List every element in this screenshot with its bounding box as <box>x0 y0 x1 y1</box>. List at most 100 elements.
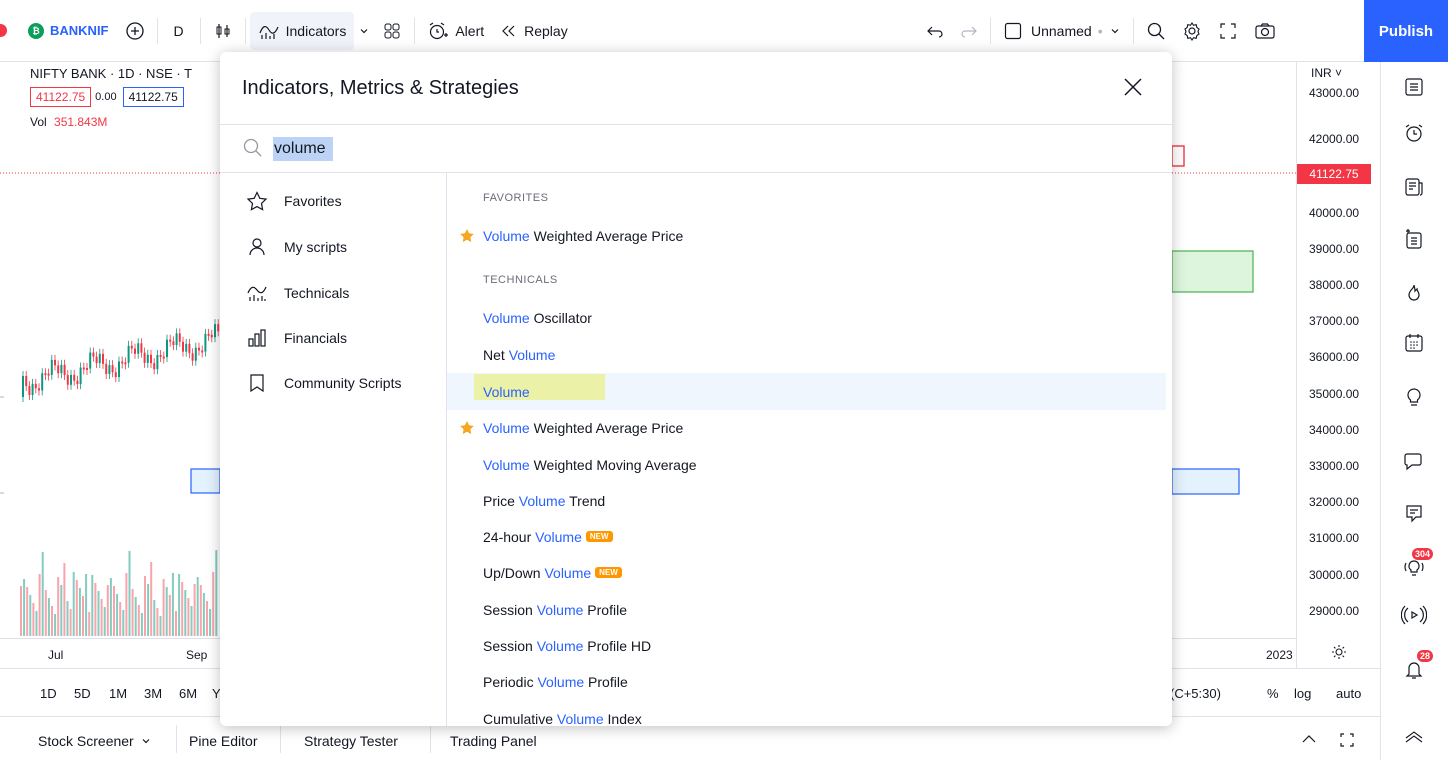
replay-button[interactable]: Replay <box>492 12 576 50</box>
volume-bar <box>91 575 94 636</box>
indicator-result-item[interactable]: Cumulative Volume Index <box>447 700 1166 727</box>
chart-type-button[interactable] <box>205 12 241 50</box>
settings-button[interactable] <box>1174 12 1210 50</box>
indicator-result-item[interactable]: Price Volume Trend <box>447 482 1166 519</box>
indicator-result-item[interactable]: Volume Weighted Average Price <box>447 409 1166 446</box>
nav-favorites-label: Favorites <box>284 193 342 209</box>
undo-button[interactable] <box>918 12 952 50</box>
indicators-dialog: Indicators, Metrics & Strategies Favorit… <box>220 52 1172 726</box>
data-window-button[interactable] <box>1401 174 1427 200</box>
candle-body <box>153 363 156 370</box>
chevron-down-icon <box>142 739 150 744</box>
price-axis[interactable]: INR ˅ 43000.00 42000.00 40000.00 39000.00 38… <box>1296 62 1380 668</box>
indicator-result-item[interactable]: Volume Oscillator <box>447 299 1166 336</box>
streams-button[interactable]: 304 <box>1401 548 1433 580</box>
currency-label[interactable]: INR ˅ <box>1311 66 1342 80</box>
tab-pine-editor[interactable]: Pine Editor <box>189 733 257 749</box>
favorite-star-icon[interactable] <box>459 420 475 439</box>
live-button[interactable] <box>1401 602 1427 628</box>
sell-price-box[interactable]: 41122.75 <box>30 87 92 107</box>
candle-body <box>63 364 66 376</box>
notifications-button[interactable]: 28 <box>1401 650 1433 682</box>
close-button[interactable] <box>1120 74 1146 100</box>
candle-body <box>92 352 95 357</box>
range-6m[interactable]: 6M <box>179 686 197 701</box>
fullscreen-button[interactable] <box>1210 12 1246 50</box>
indicator-result-item[interactable]: Volume Weighted Moving Average <box>447 446 1166 483</box>
log-scale-toggle[interactable]: log <box>1294 686 1311 701</box>
candle-body <box>169 339 172 342</box>
indicator-result-item[interactable]: Periodic Volume Profile <box>447 663 1166 700</box>
alert-button[interactable]: Alert <box>419 12 492 50</box>
candle-body <box>44 373 47 376</box>
object-tree-button[interactable] <box>1401 226 1427 252</box>
volume-bar <box>57 577 60 636</box>
candle-body <box>118 361 120 378</box>
volume-bar <box>63 563 66 636</box>
compare-symbol-button[interactable] <box>117 12 153 50</box>
alerts-button[interactable] <box>1401 120 1427 146</box>
interval-button[interactable]: D <box>162 12 196 50</box>
indicator-result-item[interactable]: Net Volume <box>447 336 1166 373</box>
snapshot-button[interactable] <box>1246 12 1284 50</box>
tab-stock-screener[interactable]: Stock Screener <box>38 733 152 749</box>
indicator-result-item[interactable]: Up/Down Volume NEW <box>447 554 1166 591</box>
search-input[interactable] <box>274 136 474 162</box>
zone-box-left <box>190 468 221 494</box>
indicators-button[interactable]: Indicators <box>249 11 355 50</box>
maximize-panel-button[interactable] <box>1338 731 1356 752</box>
favorite-star-icon[interactable] <box>459 228 475 247</box>
quick-search-button[interactable] <box>1138 12 1174 50</box>
time-label-2023: 2023 <box>1266 648 1293 662</box>
auto-scale-toggle[interactable]: auto <box>1336 686 1361 701</box>
ideas-button[interactable] <box>1401 384 1427 410</box>
undo-icon <box>927 26 943 38</box>
tab-strategy-tester[interactable]: Strategy Tester <box>304 733 398 749</box>
nav-favorites[interactable]: Favorites <box>246 189 342 213</box>
axis-settings-button[interactable] <box>1331 644 1347 663</box>
layout-menu-button[interactable]: Unnamed • <box>995 12 1129 50</box>
indicator-result-item[interactable]: Session Volume Profile HD <box>447 627 1166 664</box>
buy-price-box[interactable]: 41122.75 <box>122 87 184 107</box>
volume-bar <box>82 596 84 636</box>
layouts-button[interactable] <box>374 12 410 50</box>
calendar-button[interactable] <box>1401 330 1427 356</box>
indicator-result-item[interactable]: 24-hour Volume NEW <box>447 518 1166 555</box>
result-match-text: Volume <box>537 673 585 690</box>
nav-community-scripts[interactable]: Community Scripts <box>246 371 401 395</box>
watchlist-button[interactable] <box>1401 74 1427 100</box>
symbol-search-button[interactable]: ₿ BANKNIF <box>0 12 117 50</box>
volume-bar <box>66 601 69 636</box>
percent-scale-toggle[interactable]: % <box>1267 686 1279 701</box>
range-1m[interactable]: 1M <box>109 686 127 701</box>
volume-bar <box>168 595 171 636</box>
result-match-text: Volume <box>544 564 592 581</box>
volume-bar <box>41 552 44 636</box>
nav-financials[interactable]: Financials <box>246 326 347 350</box>
candle-body <box>41 373 44 391</box>
collapse-panel-button[interactable] <box>1300 731 1318 750</box>
volume-bar <box>47 598 50 636</box>
new-badge: NEW <box>595 567 622 578</box>
messages-button[interactable] <box>1401 500 1427 526</box>
price-tick-label: 33000.00 <box>1309 459 1360 473</box>
range-1d[interactable]: 1D <box>40 686 57 701</box>
timezone-button[interactable]: (C+5:30) <box>1170 686 1221 701</box>
result-text: Oscillator <box>529 309 592 326</box>
tab-trading-panel[interactable]: Trading Panel <box>450 733 537 749</box>
hotlists-button[interactable] <box>1401 280 1427 306</box>
indicator-result-item[interactable]: Volume <box>447 373 1166 410</box>
candle-body <box>31 383 34 396</box>
indicator-templates-button[interactable] <box>354 12 374 50</box>
range-5d[interactable]: 5D <box>74 686 91 701</box>
range-3m[interactable]: 3M <box>144 686 162 701</box>
nav-my-scripts[interactable]: My scripts <box>246 235 347 259</box>
price-tick-label: 29000.00 <box>1309 604 1360 618</box>
chats-button[interactable] <box>1401 448 1427 474</box>
redo-button[interactable] <box>952 12 986 50</box>
publish-button[interactable]: Publish <box>1364 0 1448 62</box>
indicator-result-item[interactable]: Volume Weighted Average Price <box>447 217 1166 254</box>
indicator-result-item[interactable]: Session Volume Profile <box>447 591 1166 628</box>
collapse-sidebar-button[interactable] <box>1401 722 1427 748</box>
nav-technicals[interactable]: Technicals <box>246 281 349 305</box>
